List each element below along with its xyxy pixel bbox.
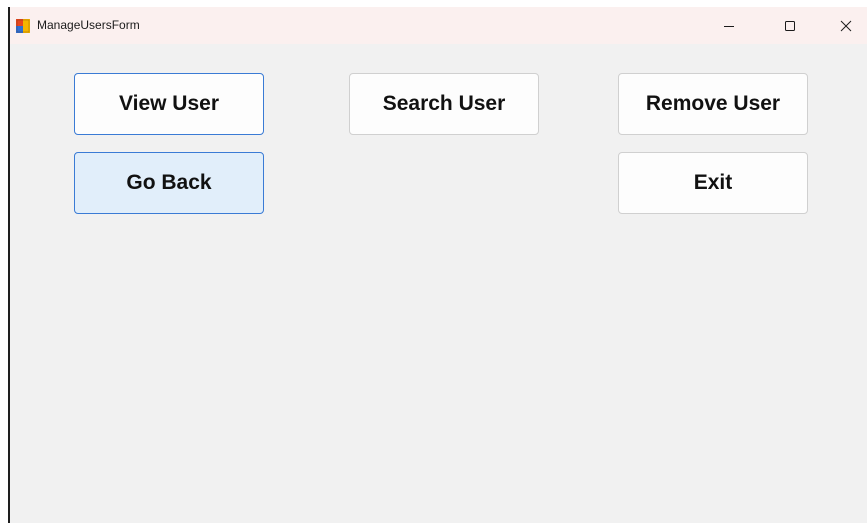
close-icon: [840, 20, 852, 31]
maximize-button[interactable]: [767, 7, 813, 44]
go-back-button[interactable]: Go Back: [74, 152, 264, 214]
app-icon: [16, 19, 30, 33]
window-title: ManageUsersForm: [37, 18, 140, 32]
search-user-button[interactable]: Search User: [349, 73, 539, 135]
view-user-button[interactable]: View User: [74, 73, 264, 135]
title-bar[interactable]: ManageUsersForm: [10, 7, 867, 44]
manage-users-window: ManageUsersForm View User Search User Re…: [8, 7, 867, 523]
minimize-icon: [724, 25, 734, 27]
exit-button[interactable]: Exit: [618, 152, 808, 214]
minimize-button[interactable]: [706, 7, 752, 44]
maximize-icon: [785, 20, 795, 31]
remove-user-button[interactable]: Remove User: [618, 73, 808, 135]
close-button[interactable]: [823, 7, 867, 44]
